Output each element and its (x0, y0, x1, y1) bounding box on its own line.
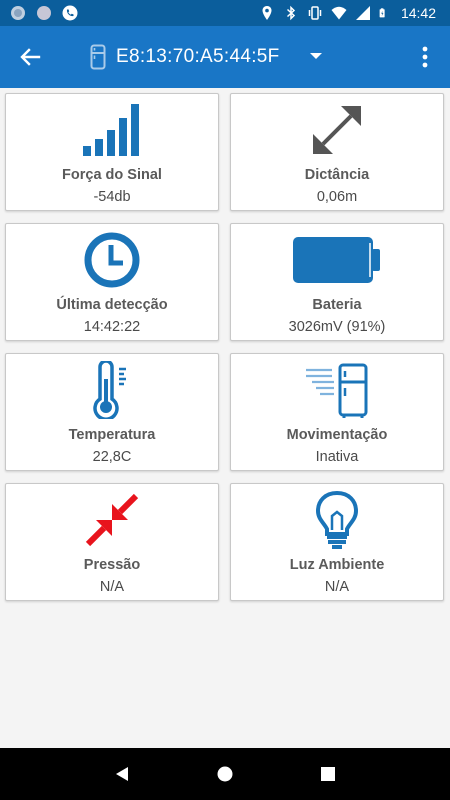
bluetooth-icon (286, 5, 296, 21)
card-movement[interactable]: Movimentação Inativa (230, 353, 444, 471)
vibrate-icon (308, 6, 322, 20)
card-label: Temperatura (68, 427, 156, 443)
distance-arrow-icon (313, 106, 361, 154)
wifi-icon (331, 6, 347, 20)
back-triangle-icon (115, 767, 128, 781)
card-temperature[interactable]: Temperatura 22,8C (5, 353, 219, 471)
battery-icon (293, 237, 380, 283)
location-icon (262, 6, 272, 20)
light-bulb-icon (315, 490, 359, 549)
card-value: N/A (99, 579, 125, 595)
overflow-menu-button[interactable] (410, 41, 440, 73)
status-bar: 14:42 (0, 0, 450, 26)
card-signal-strength[interactable]: Força do Sinal -54db (5, 93, 219, 211)
nav-back-button[interactable] (102, 754, 142, 794)
card-last-detection[interactable]: Última detecção 14:42:22 (5, 223, 219, 341)
card-label: Última detecção (56, 297, 168, 313)
pressure-arrows-icon (85, 493, 139, 547)
recents-square-icon (321, 767, 336, 781)
nav-recents-button[interactable] (308, 754, 348, 794)
system-nav-bar (0, 748, 450, 800)
card-label: Bateria (312, 297, 362, 313)
battery-charging-icon (379, 8, 385, 18)
device-title: E8:13:70:A5:44:5F (116, 46, 280, 67)
arrow-back-icon (20, 48, 41, 66)
signal-icon (355, 6, 370, 20)
device-selector[interactable]: E8:13:70:A5:44:5F (90, 44, 322, 70)
card-value: 14:42:22 (83, 319, 141, 335)
status-time: 14:42 (400, 5, 436, 21)
nav-home-button[interactable] (205, 754, 245, 794)
card-label: Luz Ambiente (289, 557, 385, 573)
home-circle-icon (217, 766, 233, 782)
moving-fridge-icon (306, 363, 368, 418)
card-label: Força do Sinal (62, 167, 162, 183)
card-value: 3026mV (91%) (288, 319, 386, 335)
signal-strength-icon (83, 104, 139, 156)
more-vert-icon (422, 46, 428, 68)
status-system-icons: 14:42 (259, 5, 436, 21)
app-notification-icon (11, 6, 25, 20)
thermometer-icon (93, 361, 126, 419)
card-label: Movimentação (286, 427, 388, 443)
status-notifications (10, 5, 78, 21)
card-value: -54db (93, 189, 131, 205)
app-notification-icon (37, 6, 51, 20)
card-value: 22,8C (92, 449, 132, 465)
card-ambient-light[interactable]: Luz Ambiente N/A (230, 483, 444, 601)
clock-icon (84, 232, 140, 288)
card-label: Pressão (83, 557, 141, 573)
card-value: 0,06m (316, 189, 358, 205)
card-distance[interactable]: Dictância 0,06m (230, 93, 444, 211)
card-label: Dictância (304, 167, 370, 183)
phone-call-icon (62, 5, 78, 21)
dropdown-caret-icon (309, 53, 322, 59)
card-pressure[interactable]: Pressão N/A (5, 483, 219, 601)
back-button[interactable] (0, 26, 60, 88)
card-value: N/A (324, 579, 350, 595)
app-bar: E8:13:70:A5:44:5F (0, 26, 450, 88)
card-value: Inativa (315, 449, 359, 465)
fridge-device-icon (90, 44, 106, 70)
card-battery[interactable]: Bateria 3026mV (91%) (230, 223, 444, 341)
